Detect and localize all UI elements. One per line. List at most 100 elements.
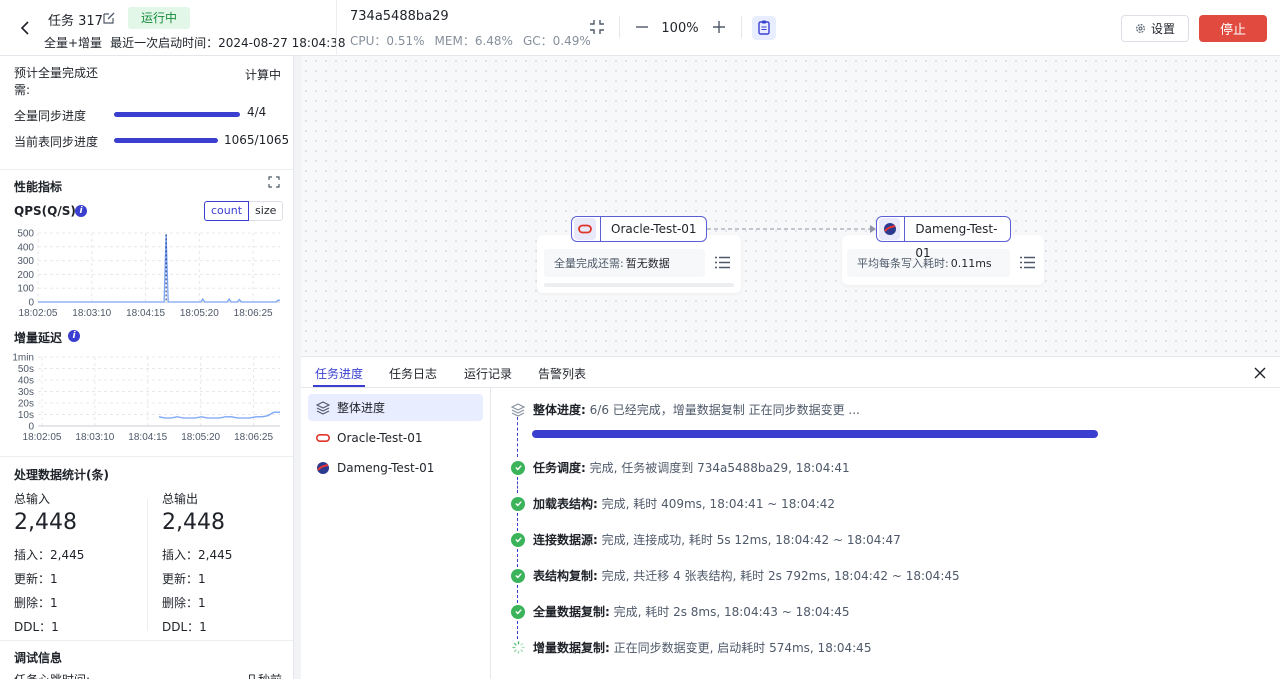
qps-unit-toggle: count size: [204, 201, 284, 221]
timeline-connector: [517, 549, 518, 567]
source-node-name: Oracle-Test-01: [600, 217, 697, 241]
y-tick-label: 10s: [18, 410, 34, 421]
tab-task-progress[interactable]: 任务进度: [315, 365, 363, 382]
agent-stats: CPU：0.51% MEM：6.48% GC：0.49%: [350, 32, 601, 49]
info-icon[interactable]: i: [68, 330, 80, 342]
eta-value: 计算中: [245, 68, 282, 82]
expand-icon[interactable]: [268, 176, 280, 188]
agent-id: 734a5488ba29: [350, 9, 449, 24]
input-title: 总输入: [14, 492, 51, 506]
y-tick-label: 40s: [18, 376, 34, 387]
metrics-title: 性能指标: [14, 180, 63, 194]
sync-type: 全量+增量: [44, 36, 103, 50]
step-text: 完成, 耗时 409ms, 18:04:41 ~ 18:04:42: [601, 497, 836, 511]
task-meta: 全量+增量 最近一次启动时间：2024-08-27 18:04:38: [44, 34, 346, 51]
side-item-dameng[interactable]: Dameng-Test-01: [308, 454, 483, 481]
bottom-panel: 任务进度 任务日志 运行记录 告警列表 整体进度 Oracle-Test-01 …: [301, 356, 1280, 679]
layers-icon: [511, 402, 525, 417]
toolbar-divider: [619, 16, 620, 38]
target-node[interactable]: Dameng-Test-01: [876, 216, 1011, 260]
tab-bar: 任务进度 任务日志 运行记录 告警列表: [301, 357, 1280, 388]
input-delete: 删除：1: [14, 596, 58, 610]
fit-screen-icon[interactable]: [588, 18, 606, 36]
x-tick-label: 18:04:15: [128, 432, 167, 443]
step-title: 全量数据复制:: [533, 605, 610, 619]
overall-text: 6/6 已经完成，增量数据复制 正在同步数据变更 ...: [589, 403, 860, 417]
side-item-label: Oracle-Test-01: [337, 430, 423, 445]
source-stat: 全量完成还需: 暂无数据: [544, 249, 705, 277]
tab-task-log[interactable]: 任务日志: [389, 365, 437, 382]
last-start-label: 最近一次启动时间：: [110, 36, 219, 50]
edge-layer: [707, 225, 876, 233]
oracle-icon: [574, 218, 596, 240]
y-tick-label: 50s: [18, 364, 34, 375]
step-item: 加载表结构: 完成, 耗时 409ms, 18:04:41 ~ 18:04:42: [511, 495, 835, 512]
clipboard-button[interactable]: [752, 16, 776, 40]
tab-alert-list[interactable]: 告警列表: [538, 365, 586, 382]
y-tick-label: 0: [28, 422, 34, 433]
series-line: [38, 234, 281, 303]
full-progress-value: 4/4: [247, 105, 267, 119]
y-tick-label: 1min: [12, 353, 34, 364]
close-icon[interactable]: [1253, 366, 1267, 380]
check-icon: [511, 460, 525, 475]
heartbeat-value: 几秒前: [246, 671, 282, 679]
side-item-oracle[interactable]: Oracle-Test-01: [308, 424, 483, 451]
input-ddl: DDL：1: [14, 620, 59, 634]
output-delete: 删除：1: [162, 596, 206, 610]
zoom-out-icon[interactable]: [633, 18, 651, 36]
step-item: 连接数据源: 完成, 连接成功, 耗时 5s 12ms, 18:04:42 ~ …: [511, 531, 901, 548]
full-progress-label: 全量同步进度: [14, 109, 87, 123]
step-text: 正在同步数据变更, 启动耗时 574ms, 18:04:45: [613, 641, 872, 655]
step-title: 表结构复制:: [533, 569, 598, 583]
timeline-connector: [517, 585, 518, 603]
target-stat-label: 平均每条写入耗时:: [857, 257, 949, 270]
eta-label: 预计全量完成还需:: [14, 66, 99, 97]
divider: [0, 456, 293, 457]
timeline-connector: [517, 417, 518, 457]
y-tick-label: 0: [28, 298, 34, 309]
latency-label: 增量延迟: [14, 331, 63, 345]
step-text: 完成, 连接成功, 耗时 5s 12ms, 18:04:42 ~ 18:04:4…: [601, 533, 901, 547]
source-stat-value: 暂无数据: [625, 257, 670, 270]
count-toggle[interactable]: count: [204, 201, 250, 221]
settings-button[interactable]: 设置: [1121, 15, 1189, 42]
stop-button[interactable]: 停止: [1199, 15, 1267, 42]
check-icon: [511, 532, 525, 547]
zoom-in-icon[interactable]: [710, 18, 728, 36]
y-tick-label: 30s: [18, 387, 34, 398]
edit-icon[interactable]: [102, 11, 116, 25]
input-total: 2,448: [14, 510, 77, 535]
step-item: 全量数据复制: 完成, 耗时 2s 8ms, 18:04:43 ~ 18:04:…: [511, 603, 849, 620]
back-arrow-icon[interactable]: [18, 19, 34, 37]
latency-chart: 1min50s40s30s20s10s018:02:05 18:03:10 18:0…: [12, 353, 280, 443]
list-icon[interactable]: [1020, 256, 1035, 269]
header: 任务 317 运行中 全量+增量 最近一次启动时间：2024-08-27 18:0…: [0, 0, 1280, 56]
active-tab-indicator: [313, 385, 365, 387]
target-node-card: 平均每条写入耗时: 0.11ms: [842, 235, 1044, 285]
divider: [0, 169, 293, 170]
side-item-overall[interactable]: 整体进度: [308, 394, 483, 421]
panel-resize-handle[interactable]: [294, 56, 301, 679]
y-tick-label: 100: [17, 284, 34, 295]
info-icon[interactable]: i: [75, 205, 87, 217]
step-title: 连接数据源:: [533, 533, 598, 547]
step-title: 增量数据复制:: [533, 641, 610, 655]
zoom-level: 100%: [661, 21, 699, 36]
overall-step: 整体进度: 6/6 已经完成，增量数据复制 正在同步数据变更 ...: [511, 401, 860, 418]
qps-chart: 500 400 300 200 100 018:02:05 18:03:10 18:04:15…: [17, 229, 281, 319]
target-node-name: Dameng-Test-01: [904, 217, 1010, 260]
step-text: 完成, 任务被调度到 734a5488ba29, 18:04:41: [589, 461, 850, 475]
y-tick-label: 400: [17, 242, 34, 253]
list-icon[interactable]: [715, 256, 730, 269]
gc-stat: GC：0.49%: [522, 34, 591, 48]
heartbeat-label: 任务心跳时间:: [14, 671, 90, 679]
x-tick-label: 18:02:05: [23, 432, 62, 443]
x-tick-label: 18:03:10: [75, 432, 114, 443]
source-node[interactable]: Oracle-Test-01: [571, 216, 707, 242]
input-update: 更新：1: [14, 572, 58, 586]
dag-canvas[interactable]: 全量完成还需: 暂无数据 Oracle-Test-01 平均每条写入耗时: 0.…: [301, 56, 1280, 356]
status-badge: 运行中: [128, 7, 191, 29]
tab-run-records[interactable]: 运行记录: [464, 365, 512, 382]
size-toggle[interactable]: size: [249, 201, 284, 221]
